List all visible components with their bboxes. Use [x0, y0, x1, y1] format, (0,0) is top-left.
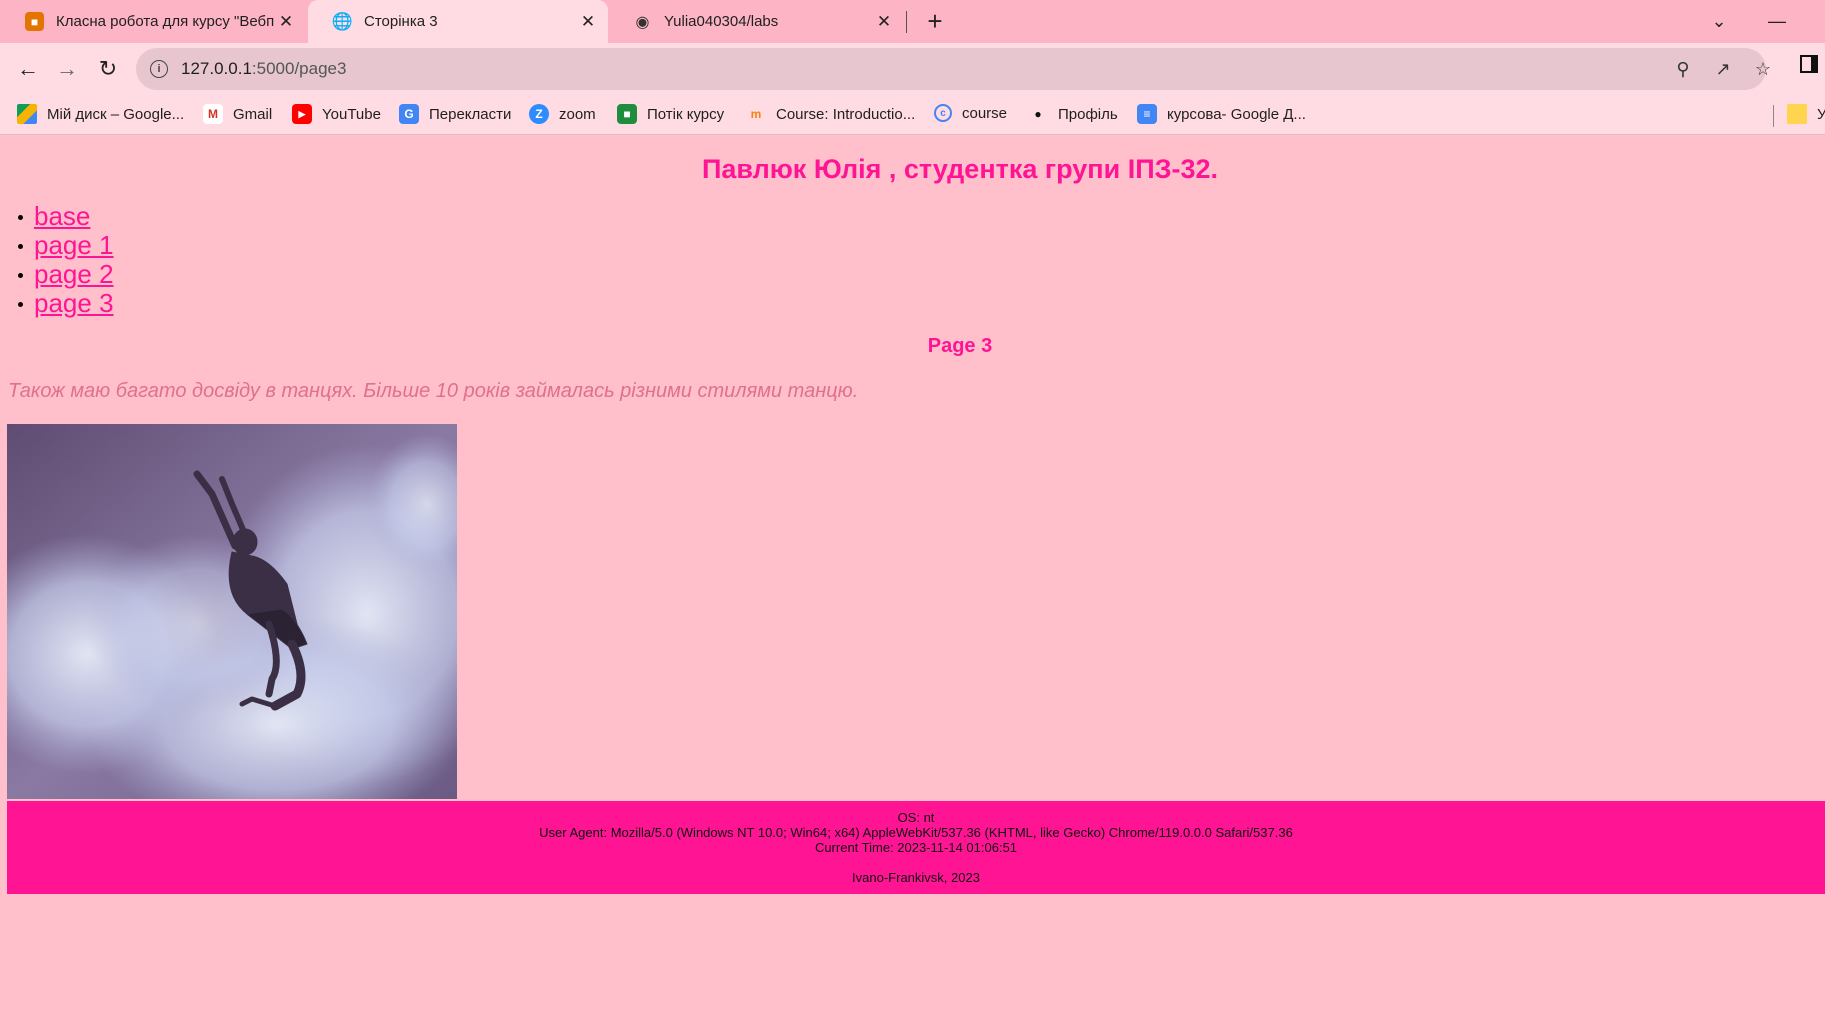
bookmark-google-docs[interactable]: ≡ курсова- Google Д... — [1137, 104, 1306, 124]
nav-item: base — [18, 202, 114, 231]
nav-item: page 2 — [18, 260, 114, 289]
google-docs-icon: ≡ — [1137, 104, 1157, 124]
bookmarks-bar: Мій диск – Google... M Gmail ▶ YouTube G… — [0, 95, 1825, 135]
github-icon: ◉ — [635, 13, 650, 31]
nav-link-page-2[interactable]: page 2 — [34, 260, 114, 289]
url-text: 127.0.0.1:5000/page3 — [181, 59, 347, 78]
moodle-icon: m — [750, 107, 762, 121]
bookmark-folder[interactable]: У — [1787, 104, 1825, 124]
youtube-icon: ▶ — [292, 104, 312, 124]
footer: OS: nt User Agent: Mozilla/5.0 (Windows … — [7, 801, 1825, 894]
classroom-icon: ■ — [617, 104, 637, 124]
forward-button[interactable]: → — [51, 53, 83, 85]
minimize-icon[interactable]: — — [1761, 6, 1793, 36]
site-info-icon[interactable]: i — [150, 60, 168, 78]
bullet-icon — [18, 215, 23, 220]
bookmark-gmail[interactable]: M Gmail — [203, 104, 272, 124]
reload-button[interactable]: ↻ — [92, 53, 124, 85]
profile-icon: ● — [1034, 107, 1042, 121]
bullet-icon — [18, 244, 23, 249]
close-icon[interactable]: ✕ — [872, 10, 896, 34]
gmail-icon: M — [203, 104, 223, 124]
side-panel-icon[interactable] — [1800, 55, 1818, 73]
translate-icon: G — [399, 104, 419, 124]
bookmark-moodle[interactable]: m Course: Introductio... — [746, 104, 916, 124]
bullet-icon — [18, 302, 23, 307]
tab-search-icon[interactable]: ⌄ — [1703, 6, 1735, 36]
footer-user-agent: User Agent: Mozilla/5.0 (Windows NT 10.0… — [539, 825, 1293, 840]
nav-item: page 3 — [18, 289, 114, 318]
bookmark-profile[interactable]: ● Профіль — [1028, 104, 1117, 124]
address-bar[interactable]: i 127.0.0.1:5000/page3 ⚲ ↗ ☆ — [136, 48, 1771, 90]
tab-title: Yulia040304/labs — [664, 13, 779, 30]
zoom-icon[interactable]: ⚲ — [1670, 56, 1696, 82]
nav-link-base[interactable]: base — [34, 202, 90, 231]
tab-title: Сторінка 3 — [364, 13, 438, 30]
classroom-icon: ■ — [25, 12, 44, 31]
page-title: Павлюк Юлія , студентка групи ІПЗ-32. — [701, 154, 1219, 184]
tab-separator — [906, 11, 907, 33]
dancer-photo — [7, 424, 457, 799]
bookmark-zoom[interactable]: Z zoom — [529, 104, 596, 124]
globe-icon: 🌐 — [331, 11, 354, 31]
footer-city: Ivano-Frankivsk, 2023 — [852, 870, 980, 885]
star-icon[interactable]: ☆ — [1750, 56, 1776, 82]
bookmark-youtube[interactable]: ▶ YouTube — [292, 104, 381, 124]
nav-link-page-3[interactable]: page 3 — [34, 289, 114, 318]
page-content: Павлюк Юлія , студентка групи ІПЗ-32. ba… — [0, 136, 1825, 1020]
bookmark-course[interactable]: c course — [934, 104, 1007, 122]
google-drive-icon — [17, 104, 37, 124]
footer-os: OS: nt — [897, 810, 935, 825]
tab-page3[interactable]: 🌐 Сторінка 3 ✕ — [308, 0, 608, 43]
bookmark-classroom[interactable]: ■ Потік курсу — [617, 104, 724, 124]
browser-toolbar: ← → ↻ i 127.0.0.1:5000/page3 ⚲ ↗ ☆ — [0, 43, 1825, 95]
new-tab-button[interactable]: + — [920, 6, 950, 36]
tab-strip: ■ Класна робота для курсу "Вебп ✕ 🌐 Стор… — [0, 0, 1825, 43]
bookmark-translate[interactable]: G Перекласти — [399, 104, 511, 124]
tab-classroom[interactable]: ■ Класна робота для курсу "Вебп ✕ — [0, 0, 306, 43]
close-icon[interactable]: ✕ — [576, 10, 600, 34]
zoom-icon: Z — [529, 104, 549, 124]
tab-github[interactable]: ◉ Yulia040304/labs ✕ — [608, 0, 904, 43]
page-heading: Page 3 — [927, 335, 993, 357]
bookmarks-separator — [1773, 105, 1774, 127]
nav-link-page-1[interactable]: page 1 — [34, 231, 114, 260]
footer-time: Current Time: 2023-11-14 01:06:51 — [814, 840, 1018, 855]
share-icon[interactable]: ↗ — [1710, 56, 1736, 82]
bullet-icon — [18, 273, 23, 278]
nav-list: base page 1 page 2 page 3 — [18, 202, 114, 318]
folder-icon — [1787, 104, 1807, 124]
nav-item: page 1 — [18, 231, 114, 260]
close-icon[interactable]: ✕ — [274, 10, 298, 34]
back-button[interactable]: ← — [12, 53, 44, 85]
tab-title: Класна робота для курсу "Вебп — [56, 13, 274, 30]
bookmark-google-drive[interactable]: Мій диск – Google... — [17, 104, 184, 124]
intro-text: Також маю багато досвіду в танцях. Більш… — [8, 380, 859, 402]
course-icon: c — [934, 104, 952, 122]
